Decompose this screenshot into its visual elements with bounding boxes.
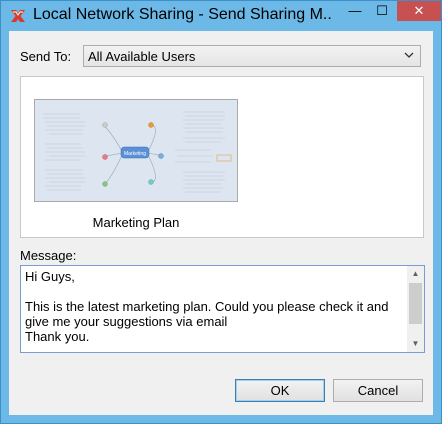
mind-map-thumbnail[interactable]: Marketing [34, 99, 238, 202]
send-to-select[interactable]: All Available Users [83, 45, 421, 67]
scroll-up-icon[interactable]: ▲ [407, 266, 424, 282]
attachment-caption: Marketing Plan [92, 215, 180, 230]
maximize-button[interactable]: ☐ [369, 1, 395, 21]
close-button[interactable]: ✕ [397, 1, 441, 21]
ok-button[interactable]: OK [235, 379, 325, 402]
send-to-label: Send To: [20, 49, 72, 64]
scroll-down-icon[interactable]: ▼ [407, 336, 424, 352]
sharing-dialog: Local Network Sharing - Send Sharing M..… [0, 0, 442, 424]
dialog-body: Send To: All Available Users Marketing M… [9, 31, 433, 415]
mind-map-preview-image: Marketing [35, 100, 237, 201]
cancel-button[interactable]: Cancel [333, 379, 423, 402]
title-bar[interactable]: Local Network Sharing - Send Sharing M..… [1, 1, 441, 31]
message-label: Message: [20, 248, 77, 263]
attachment-preview-panel: Marketing Marketing Plan [20, 76, 424, 238]
chevron-down-icon [404, 52, 414, 58]
send-to-value: All Available Users [88, 49, 196, 64]
message-scrollbar[interactable]: ▲ ▼ [407, 266, 424, 352]
window-title: Local Network Sharing - Send Sharing M..… [33, 6, 333, 23]
message-text[interactable]: Hi Guys, This is the latest marketing pl… [25, 269, 405, 344]
message-textarea[interactable]: Hi Guys, This is the latest marketing pl… [20, 265, 425, 353]
central-topic-label: Marketing [124, 151, 146, 157]
xmind-logo-icon [11, 10, 25, 22]
scroll-thumb[interactable] [409, 283, 422, 324]
minimize-button[interactable]: — [342, 1, 368, 21]
